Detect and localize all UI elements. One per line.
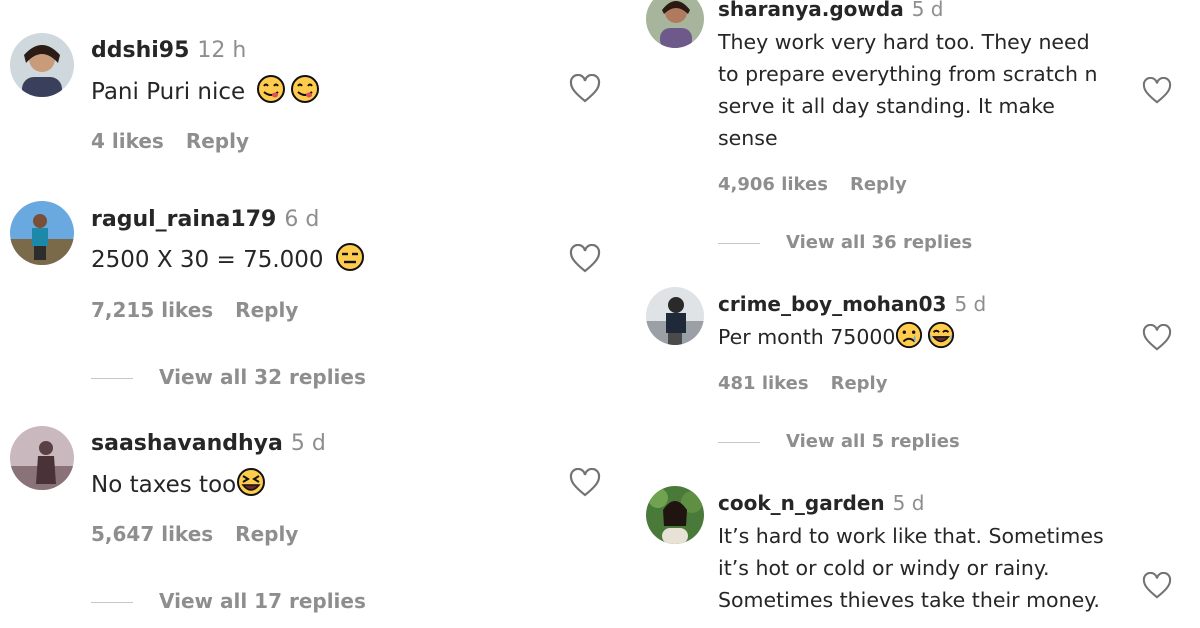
like-heart-icon[interactable]	[569, 243, 601, 274]
timestamp: 5 d	[954, 292, 987, 316]
comment-text: Per month 75000	[718, 321, 1138, 358]
view-replies-link[interactable]: View all 5 replies	[718, 431, 960, 452]
view-replies-label: View all 36 replies	[786, 232, 973, 253]
comment-line: Sometimes thieves take their money.	[718, 588, 1100, 612]
avatar[interactable]	[646, 287, 704, 345]
joy-emoji-icon	[927, 321, 955, 358]
like-count[interactable]: 7,215 likes	[91, 298, 213, 322]
reply-button[interactable]: Reply	[831, 373, 888, 394]
timestamp: 5 d	[911, 0, 944, 21]
comment-header: ddshi95 12 h	[91, 38, 246, 63]
divider-line	[91, 378, 133, 379]
comment-header: saashavandhya 5 d	[91, 431, 326, 456]
view-replies-label: View all 17 replies	[159, 589, 366, 613]
timestamp: 5 d	[892, 491, 925, 515]
comment-text: Pani Puri nice	[91, 74, 320, 110]
username[interactable]: crime_boy_mohan03	[718, 292, 946, 316]
comment-line: to prepare everything from scratch n	[718, 62, 1098, 86]
view-replies-link[interactable]: View all 32 replies	[91, 365, 366, 389]
username[interactable]: ddshi95	[91, 38, 189, 63]
like-count[interactable]: 4,906 likes	[718, 174, 828, 195]
comment-line: it’s hot or cold or windy or rainy.	[718, 556, 1050, 580]
reply-button[interactable]: Reply	[850, 174, 907, 195]
timestamp: 6 d	[284, 207, 320, 232]
like-heart-icon[interactable]	[1142, 323, 1172, 352]
view-replies-link[interactable]: View all 36 replies	[718, 232, 972, 253]
comment-header: crime_boy_mohan03 5 d	[718, 292, 986, 316]
left-comment-column: ddshi95 12 h Pani Puri nice 4 likes Reply …	[0, 0, 610, 628]
comment-meta: 7,215 likes Reply	[91, 298, 298, 322]
comment-meta: 5,647 likes Reply	[91, 522, 298, 546]
reply-button[interactable]: Reply	[186, 129, 249, 153]
laughing-emoji-icon	[236, 467, 266, 503]
comment-text: It’s hard to work like that. Sometimes i…	[718, 520, 1138, 616]
comment-meta: 4 likes Reply	[91, 129, 249, 153]
timestamp: 12 h	[197, 38, 247, 63]
comment-header: sharanya.gowda 5 d	[718, 0, 944, 21]
username[interactable]: ragul_raina179	[91, 207, 276, 232]
view-replies-link[interactable]: View all 17 replies	[91, 589, 366, 613]
avatar[interactable]	[10, 33, 74, 97]
comment-body: 2500 X 30 = 75.000	[91, 247, 324, 273]
comment-text: 2500 X 30 = 75.000	[91, 242, 365, 278]
like-heart-icon[interactable]	[569, 467, 601, 498]
comment-body: Pani Puri nice	[91, 79, 246, 105]
comment-meta: 4,906 likes Reply	[718, 174, 907, 195]
comment-line: It’s hard to work like that. Sometimes	[718, 524, 1104, 548]
like-count[interactable]: 5,647 likes	[91, 522, 213, 546]
divider-line	[718, 242, 760, 244]
view-replies-label: View all 5 replies	[786, 431, 960, 452]
username[interactable]: sharanya.gowda	[718, 0, 904, 21]
comment-line: sense	[718, 126, 778, 150]
expressionless-emoji-icon	[335, 242, 365, 278]
divider-line	[91, 602, 133, 603]
username[interactable]: cook_n_garden	[718, 491, 885, 515]
like-count[interactable]: 4 likes	[91, 129, 164, 153]
divider-line	[718, 441, 760, 443]
comment-text: No taxes too	[91, 467, 266, 503]
comment-line: serve it all day standing. It make	[718, 94, 1055, 118]
comment-line: They work very hard too. They need	[718, 30, 1090, 54]
avatar[interactable]	[10, 201, 74, 265]
comment-meta: 481 likes Reply	[718, 373, 887, 394]
comment-body: Per month 75000	[718, 325, 896, 349]
right-comment-column: sharanya.gowda 5 d They work very hard to…	[640, 0, 1200, 628]
timestamp: 5 d	[290, 431, 326, 456]
yum-emoji-icon	[256, 74, 286, 110]
crying-emoji-icon	[895, 321, 923, 358]
like-heart-icon[interactable]	[569, 73, 601, 104]
yum-emoji-icon	[290, 74, 320, 110]
avatar[interactable]	[646, 486, 704, 544]
comment-text: They work very hard too. They need to pr…	[718, 26, 1138, 154]
reply-button[interactable]: Reply	[235, 522, 298, 546]
like-count[interactable]: 481 likes	[718, 373, 809, 394]
username[interactable]: saashavandhya	[91, 431, 283, 456]
avatar[interactable]	[10, 426, 74, 490]
comment-body: No taxes too	[91, 472, 237, 498]
comment-header: cook_n_garden 5 d	[718, 491, 924, 515]
like-heart-icon[interactable]	[1142, 571, 1172, 600]
reply-button[interactable]: Reply	[235, 298, 298, 322]
view-replies-label: View all 32 replies	[159, 365, 366, 389]
like-heart-icon[interactable]	[1142, 76, 1172, 105]
avatar[interactable]	[646, 0, 704, 48]
comment-header: ragul_raina179 6 d	[91, 207, 319, 232]
